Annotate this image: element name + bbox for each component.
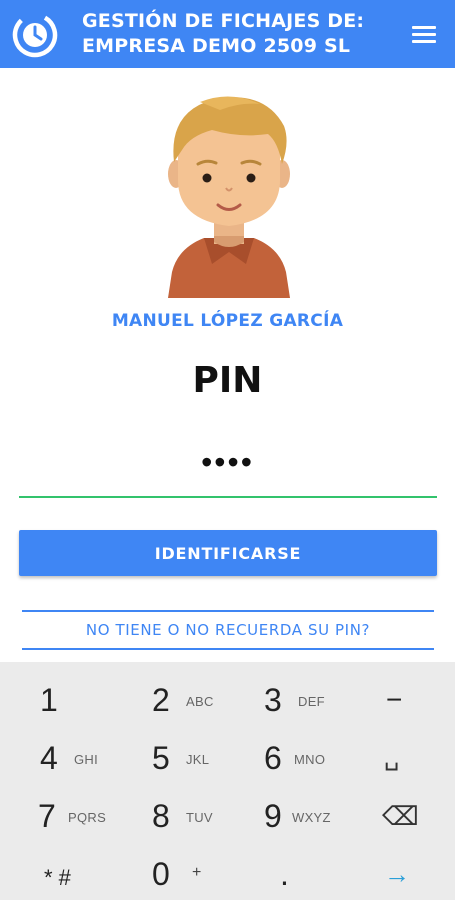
key-period[interactable]: . xyxy=(224,846,336,902)
key-5[interactable]: 5 JKL xyxy=(112,730,224,786)
app-title: GESTIÓN DE FICHAJES DE: EMPRESA DEMO 250… xyxy=(82,10,365,57)
key-letters: WXYZ xyxy=(292,810,331,825)
pin-input-field[interactable] xyxy=(19,438,437,498)
key-digit: * # xyxy=(44,865,71,890)
key-digit: 1 xyxy=(40,682,58,718)
key-digit: 4 xyxy=(40,740,58,776)
key-digit: 5 xyxy=(152,740,170,776)
key-2[interactable]: 2 ABC xyxy=(112,672,224,728)
app-header: GESTIÓN DE FICHAJES DE: EMPRESA DEMO 250… xyxy=(0,0,455,68)
backspace-icon: ⌫ xyxy=(382,801,419,831)
key-letters: JKL xyxy=(186,752,210,767)
key-letters: MNO xyxy=(294,752,326,767)
key-letters: + xyxy=(192,864,202,881)
key-0[interactable]: 0 + xyxy=(112,846,224,902)
key-space[interactable]: ␣ xyxy=(340,730,452,786)
key-digit: . xyxy=(280,856,289,892)
user-avatar-illustration xyxy=(168,96,290,298)
key-letters: ABC xyxy=(186,694,214,709)
key-7[interactable]: 7 PQRS xyxy=(0,788,112,844)
key-letters: TUV xyxy=(186,810,213,825)
key-digit: 7 xyxy=(38,798,56,834)
arrow-right-icon: → xyxy=(384,859,410,889)
numeric-keyboard: 1 2 ABC 3 DEF − 4 GHI 5 JKL 6 MNO ␣ 7 PQ… xyxy=(0,662,455,900)
key-digit: 6 xyxy=(264,740,282,776)
key-digit: 3 xyxy=(264,682,282,718)
key-star-hash[interactable]: * # xyxy=(0,846,112,902)
key-digit: 9 xyxy=(264,798,282,834)
key-minus[interactable]: − xyxy=(340,672,452,728)
key-4[interactable]: 4 GHI xyxy=(0,730,112,786)
identify-button[interactable]: IDENTIFICARSE xyxy=(19,530,437,576)
key-3[interactable]: 3 DEF xyxy=(224,672,336,728)
key-digit: 2 xyxy=(152,682,170,718)
key-letters: DEF xyxy=(298,694,325,709)
key-letters: PQRS xyxy=(68,810,107,825)
pin-label: PIN xyxy=(192,360,263,401)
clock-icon xyxy=(12,12,58,58)
key-backspace[interactable]: ⌫ xyxy=(340,788,452,844)
key-9[interactable]: 9 WXYZ xyxy=(224,788,336,844)
hamburger-menu-icon[interactable] xyxy=(404,20,442,50)
key-digit: 8 xyxy=(152,798,170,834)
user-name: MANUEL LÓPEZ GARCÍA xyxy=(111,311,344,331)
space-bar-icon: ␣ xyxy=(384,744,400,771)
minus-icon: − xyxy=(386,684,403,715)
key-1[interactable]: 1 xyxy=(0,672,112,728)
key-6[interactable]: 6 MNO xyxy=(224,730,336,786)
key-enter[interactable]: → xyxy=(340,846,452,902)
forgot-pin-link[interactable]: NO TIENE O NO RECUERDA SU PIN? xyxy=(22,610,434,650)
key-letters: GHI xyxy=(74,752,99,767)
key-digit: 0 xyxy=(152,856,170,892)
key-8[interactable]: 8 TUV xyxy=(112,788,224,844)
